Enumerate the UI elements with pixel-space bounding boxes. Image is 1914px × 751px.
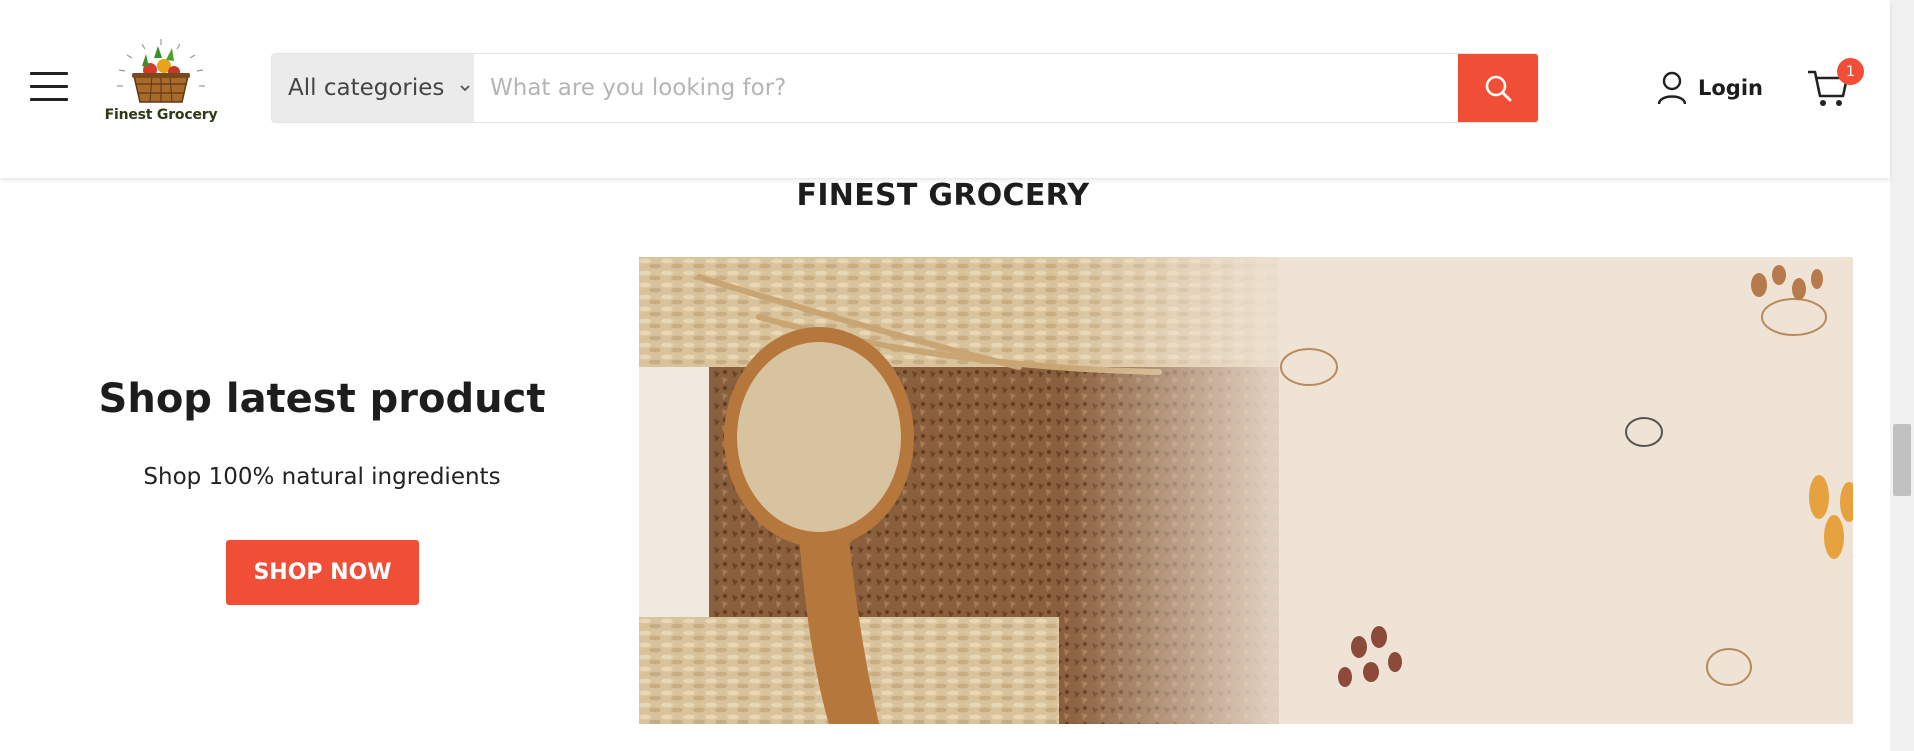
promo-subheading: Shop 100% natural ingredients xyxy=(143,464,501,490)
search-button[interactable] xyxy=(1458,54,1538,122)
category-select-label: All categories xyxy=(288,75,445,101)
chevron-down-icon xyxy=(460,85,471,92)
login-label: Login xyxy=(1698,76,1763,100)
banner-image[interactable] xyxy=(639,257,1853,724)
logo-text: Finest Grocery xyxy=(104,107,218,123)
section-title: FINEST GROCERY xyxy=(796,178,1090,213)
grocery-basket-icon xyxy=(117,39,205,103)
site-header: Finest Grocery All categories Login xyxy=(0,0,1890,178)
category-select[interactable]: All categories xyxy=(272,54,474,122)
page-scrollbar[interactable] xyxy=(1890,0,1914,751)
cart-count-badge: 1 xyxy=(1837,58,1864,85)
user-icon xyxy=(1657,71,1687,105)
search-icon xyxy=(1485,75,1512,102)
search-bar: All categories xyxy=(271,53,1539,123)
logo[interactable]: Finest Grocery xyxy=(102,36,220,136)
search-input[interactable] xyxy=(474,54,1458,122)
menu-icon[interactable] xyxy=(30,72,68,102)
login-link[interactable]: Login xyxy=(1656,68,1763,108)
scrollbar-thumb[interactable] xyxy=(1893,424,1911,496)
promo-heading: Shop latest product xyxy=(98,376,546,422)
grains-illustration xyxy=(639,257,1853,724)
shop-now-button[interactable]: SHOP NOW xyxy=(226,540,419,605)
